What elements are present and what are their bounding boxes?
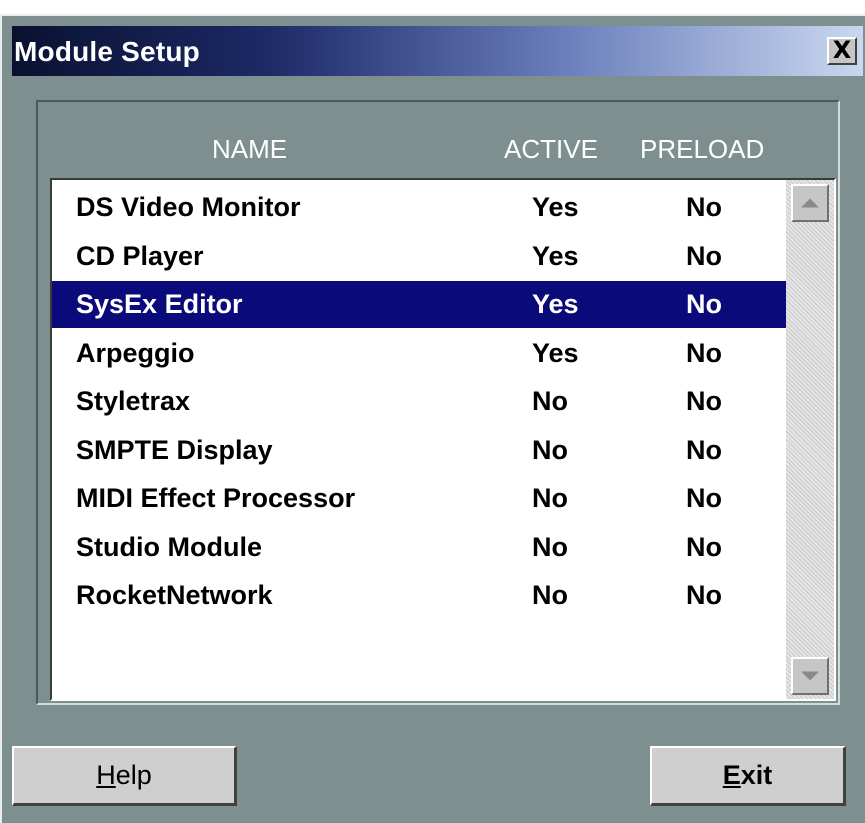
module-active-cell: Yes bbox=[532, 337, 579, 368]
module-name-cell: CD Player bbox=[76, 240, 204, 271]
close-icon: X bbox=[832, 36, 852, 64]
close-button[interactable]: X bbox=[827, 37, 857, 65]
module-list[interactable]: DS Video Monitor Yes No CD Player Yes No SysEx… bbox=[50, 178, 836, 701]
module-row[interactable]: SMPTE Display No No bbox=[52, 427, 786, 474]
module-row[interactable]: Styletrax No No bbox=[52, 378, 786, 425]
module-preload-cell: No bbox=[686, 192, 722, 222]
module-preload-cell: No bbox=[686, 531, 722, 562]
module-row[interactable]: RocketNetwork No No bbox=[52, 572, 786, 619]
module-name-cell: SysEx Editor bbox=[76, 289, 243, 319]
module-name-cell: Arpeggio bbox=[76, 337, 195, 368]
module-name-cell: SMPTE Display bbox=[76, 434, 273, 465]
arrow-down-icon bbox=[801, 671, 819, 681]
module-setup-window: Module Setup X NAME ACTIVE PRELOAD DS Vi… bbox=[0, 14, 865, 823]
module-active-cell: No bbox=[532, 580, 568, 610]
column-header-preload: PRELOAD bbox=[640, 134, 765, 164]
module-name-cell: Studio Module bbox=[76, 531, 262, 562]
module-row[interactable]: SysEx Editor Yes No bbox=[52, 281, 786, 328]
module-preload-cell: No bbox=[686, 337, 722, 368]
help-label: elp bbox=[115, 760, 152, 790]
exit-mnemonic: E bbox=[722, 760, 741, 790]
module-active-cell: No bbox=[532, 483, 568, 513]
exit-label: xit bbox=[740, 760, 773, 790]
module-name-cell: DS Video Monitor bbox=[76, 192, 301, 222]
help-mnemonic: H bbox=[96, 760, 116, 790]
module-active-cell: Yes bbox=[532, 192, 579, 222]
module-row[interactable]: MIDI Effect Processor No No bbox=[52, 475, 786, 522]
module-preload-cell: No bbox=[686, 289, 722, 319]
arrow-up-icon bbox=[801, 198, 819, 208]
module-active-cell: No bbox=[532, 531, 568, 562]
module-row[interactable]: CD Player Yes No bbox=[52, 233, 786, 280]
module-row[interactable]: Arpeggio Yes No bbox=[52, 330, 786, 377]
module-preload-cell: No bbox=[686, 434, 722, 465]
column-header-name: NAME bbox=[212, 134, 288, 164]
exit-button[interactable]: Exit bbox=[650, 746, 846, 806]
window-title: Module Setup bbox=[14, 36, 200, 67]
help-button[interactable]: Help bbox=[12, 746, 237, 806]
title-bar[interactable]: Module Setup X bbox=[12, 26, 863, 76]
module-name-cell: RocketNetwork bbox=[76, 580, 273, 610]
module-preload-cell: No bbox=[686, 483, 722, 513]
scroll-up-button[interactable] bbox=[791, 184, 829, 222]
module-row[interactable]: DS Video Monitor Yes No bbox=[52, 184, 786, 231]
module-preload-cell: No bbox=[686, 240, 722, 271]
module-active-cell: No bbox=[532, 386, 568, 416]
module-active-cell: Yes bbox=[532, 240, 579, 271]
scroll-down-button[interactable] bbox=[791, 657, 829, 695]
module-preload-cell: No bbox=[686, 580, 722, 610]
module-preload-cell: No bbox=[686, 386, 722, 416]
module-name-cell: Styletrax bbox=[76, 386, 191, 416]
module-name-cell: MIDI Effect Processor bbox=[76, 483, 356, 513]
module-row[interactable]: Studio Module No No bbox=[52, 524, 786, 571]
vertical-scrollbar[interactable] bbox=[786, 180, 834, 699]
column-header-active: ACTIVE bbox=[504, 134, 598, 164]
module-active-cell: Yes bbox=[532, 289, 579, 319]
module-active-cell: No bbox=[532, 434, 568, 465]
